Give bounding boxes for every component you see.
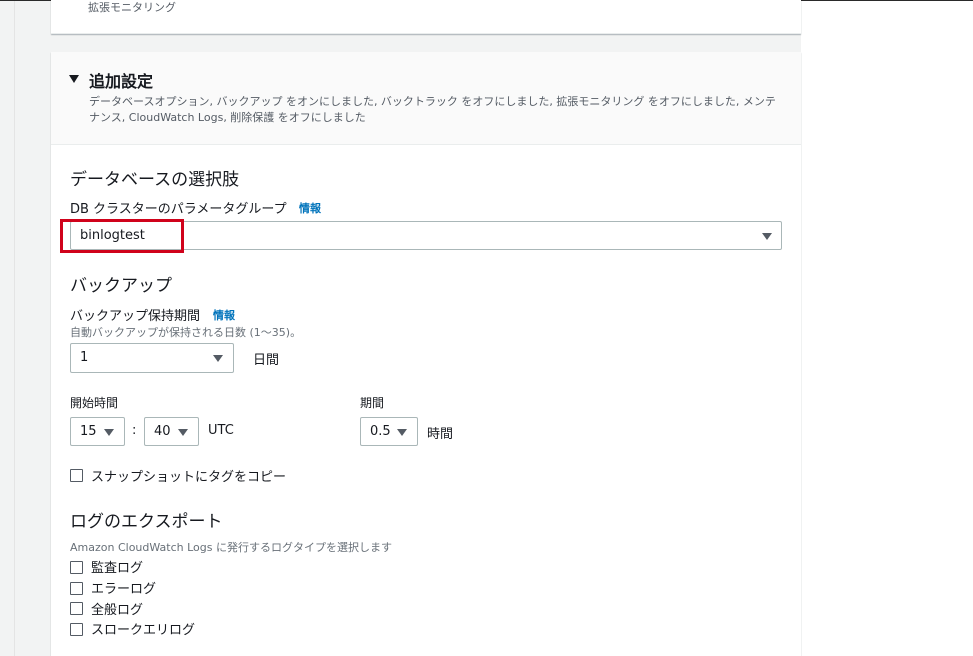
start-hour-value: 15: [80, 424, 97, 439]
dropdown-arrow-icon: [397, 429, 407, 436]
param-group-value: binlogtest: [80, 228, 145, 243]
general-log-checkbox[interactable]: [70, 602, 83, 615]
slow-query-log-checkbox[interactable]: [70, 623, 83, 636]
time-colon: :: [132, 423, 137, 438]
right-blank-area: [801, 0, 973, 656]
error-log-label[interactable]: エラーログ: [91, 578, 156, 597]
start-minute-value: 40: [154, 424, 171, 439]
dropdown-arrow-icon: [762, 233, 772, 240]
general-log-label[interactable]: 全般ログ: [91, 599, 143, 618]
caret-down-icon[interactable]: [69, 75, 79, 83]
retention-unit: 日間: [253, 353, 280, 368]
param-group-label: DB クラスターのパラメータグループ: [70, 202, 287, 217]
retention-info-link[interactable]: 情報: [213, 307, 235, 323]
log-exports-hint: Amazon CloudWatch Logs に発行するログタイプを選択します: [70, 541, 392, 554]
retention-value: 1: [80, 350, 89, 365]
duration-unit: 時間: [427, 427, 454, 442]
param-group-select[interactable]: binlogtest: [70, 221, 782, 250]
page: 拡張モニタリング 追加設定 データベースオプション, バックアップ をオンにしま…: [0, 0, 973, 656]
copy-tags-checkbox[interactable]: [70, 469, 83, 482]
timezone-label: UTC: [208, 423, 234, 438]
additional-settings-title[interactable]: 追加設定: [89, 68, 153, 92]
start-time-label: 開始時間: [70, 396, 119, 410]
dropdown-arrow-icon: [213, 355, 223, 362]
left-gutter: [0, 0, 15, 656]
retention-hint: 自動バックアップが保持される日数 (1〜35)。: [70, 326, 302, 339]
additional-settings-header[interactable]: 追加設定 データベースオプション, バックアップ をオンにしました, バックトラ…: [51, 52, 801, 145]
audit-log-checkbox[interactable]: [70, 561, 83, 574]
db-options-title: データベースの選択肢: [70, 170, 240, 190]
dropdown-arrow-icon: [178, 429, 188, 436]
slow-query-log-label[interactable]: スロークエリログ: [91, 619, 195, 638]
start-minute-select[interactable]: 40: [144, 417, 199, 446]
copy-tags-label[interactable]: スナップショットにタグをコピー: [91, 466, 286, 485]
log-exports-title: ログのエクスポート: [70, 512, 223, 532]
error-log-checkbox[interactable]: [70, 582, 83, 595]
backup-title: バックアップ: [70, 276, 172, 296]
start-hour-select[interactable]: 15: [70, 417, 125, 446]
retention-select[interactable]: 1: [70, 343, 234, 373]
dropdown-arrow-icon: [104, 429, 114, 436]
audit-log-label[interactable]: 監査ログ: [91, 557, 143, 576]
duration-value: 0.5: [370, 424, 391, 439]
param-group-info-link[interactable]: 情報: [299, 200, 321, 216]
previous-section-text: 拡張モニタリング: [88, 1, 176, 14]
previous-section-card: 拡張モニタリング: [51, 0, 801, 34]
duration-select[interactable]: 0.5: [360, 417, 418, 446]
retention-label: バックアップ保持期間: [70, 309, 201, 324]
duration-label: 期間: [360, 396, 385, 410]
additional-settings-description: データベースオプション, バックアップ をオンにしました, バックトラック をオ…: [89, 95, 776, 124]
